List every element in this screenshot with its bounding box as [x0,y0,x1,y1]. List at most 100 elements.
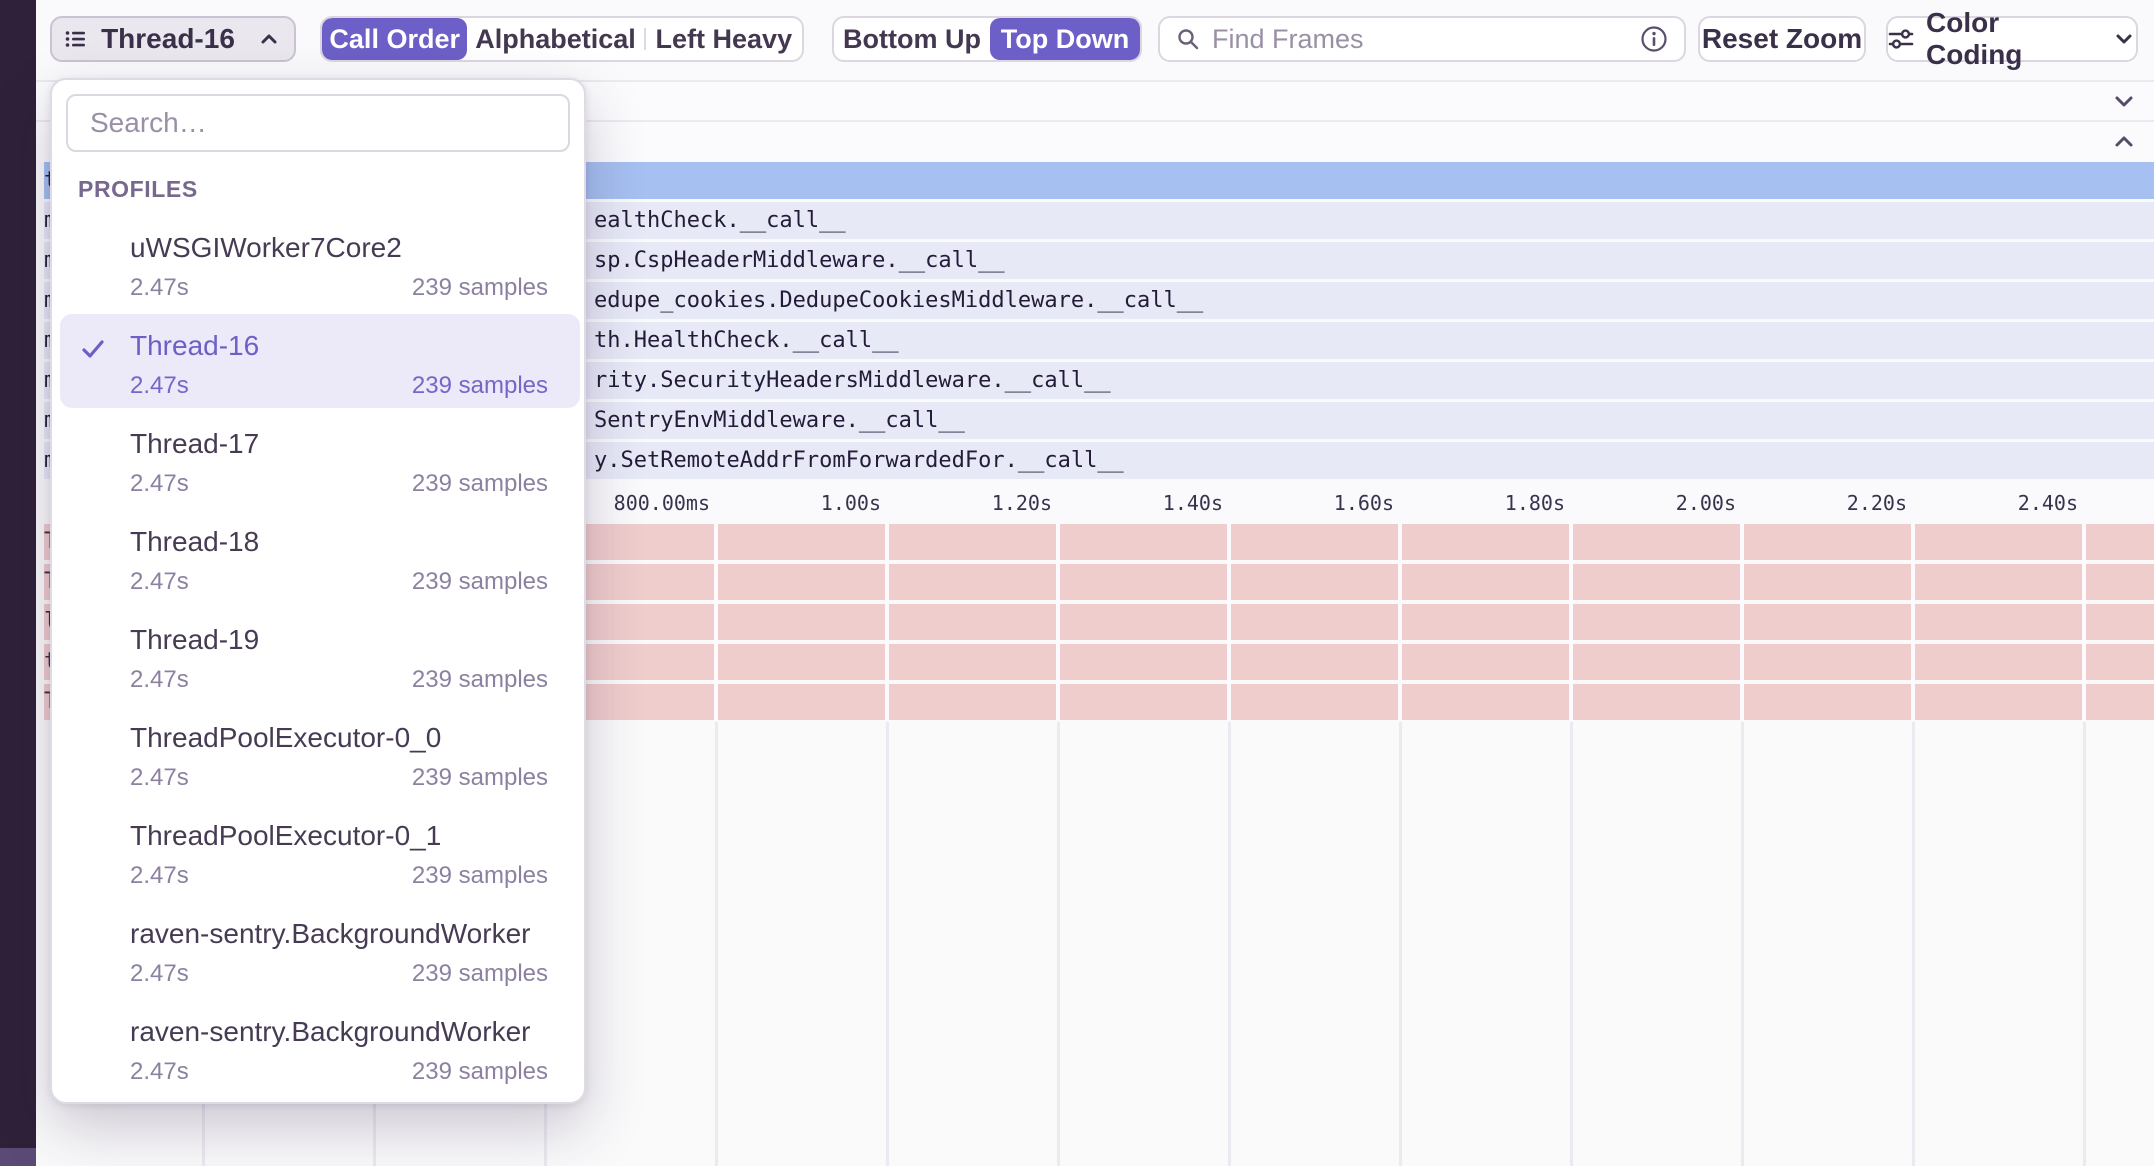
segment-top-down[interactable]: Top Down [990,18,1140,60]
profile-duration: 2.47s [130,372,189,400]
gridline [885,524,889,720]
gridline [1570,722,1573,1166]
profile-meta: 2.47s 239 samples [130,960,548,988]
thread-option-thread-17-2[interactable]: Thread-172.47s239 samples [52,412,588,506]
profile-name: uWSGIWorker7Core2 [130,232,402,264]
gridline [1228,722,1231,1166]
axis-tick-label: 2.00s [1676,482,1736,524]
thread-option-thread-19-4[interactable]: Thread-19 2.47s 239 samples [52,608,588,702]
segment-call-order[interactable]: Call Order [322,18,467,60]
color-coding-label: Color Coding [1926,7,2100,71]
thread-dropdown-panel: PROFILES uWSGIWorker7Core2 2.47s 239 sampl… [50,78,586,1104]
profile-name: Thread-19 [130,624,259,656]
profile-samples: 239 samples [412,960,548,988]
thread-search-input[interactable] [90,107,546,139]
gridline [1740,524,1744,720]
profile-meta: 2.47s 239 samples [130,1058,548,1086]
thread-selector-button[interactable]: Thread-16 [50,16,296,62]
axis-tick-label: 1.80s [1505,482,1565,524]
gridline [1911,524,1915,720]
gridline [1227,524,1231,720]
profile-samples: 239 samples [412,1058,548,1086]
toolbar: Thread-16 Call OrderAlphabeticalLeft Hea… [36,0,2154,82]
frame-label: th.HealthCheck.__call__ [594,322,899,359]
axis-tick-label: 1.60s [1334,482,1394,524]
frame-label: sp.CspHeaderMiddleware.__call__ [594,242,1005,279]
find-frames-searchbox[interactable] [1158,16,1686,62]
profile-duration: 2.47s [130,274,189,302]
axis-tick-label: 2.20s [1847,482,1907,524]
gridline [2083,722,2086,1166]
profile-duration: 2.47s [130,1058,189,1086]
chevron-down-icon [2112,27,2136,51]
thread-search-box[interactable] [66,94,570,152]
thread-option-threadpoolexecutor-0-0-5[interactable]: ThreadPoolExecutor-0_0 2.47s 239 samples [52,706,588,800]
gridline [1057,722,1060,1166]
find-frames-input[interactable] [1212,24,1628,55]
profile-name: Thread-16 [130,330,259,362]
checkmark-icon [80,336,106,362]
gridline [715,722,718,1166]
profiles-group-label: PROFILES [78,176,198,203]
gridline [1056,524,1060,720]
profile-meta: 2.47s 239 samples [130,666,548,694]
chevron-up-icon [257,27,281,51]
profile-duration: 2.47s [130,960,189,988]
rail-resize-handle[interactable] [0,1148,36,1166]
segment-alphabetical[interactable]: Alphabetical [467,18,643,60]
profile-name: ThreadPoolExecutor-0_0 [130,722,441,754]
gridline [1399,722,1402,1166]
segment-bottom-up[interactable]: Bottom Up [834,18,990,60]
thread-option-uwsgiworker7core2-0[interactable]: uWSGIWorker7Core2 2.47s 239 samples [52,216,588,310]
thread-option-threadpoolexecutor-0-1-6[interactable]: ThreadPoolExecutor-0_1 2.47s239 samples [52,804,588,898]
profile-samples: 239 samples [412,372,548,400]
profiler-flamegraph-view: tmealthCheck.__call__msp.CspHeaderMiddle… [0,0,2154,1166]
profile-samples: 239 samples [412,568,548,596]
profile-name: raven-sentry.BackgroundWorker [130,918,530,950]
chevron-down-icon[interactable] [2112,89,2136,113]
profile-meta: 2.47s239 samples [130,862,548,890]
sort-segmented-control: Call OrderAlphabeticalLeft Heavy [320,16,804,62]
profile-duration: 2.47s [130,470,189,498]
profile-meta: 2.47s239 samples [130,568,548,596]
profile-samples: 239 samples [412,764,548,792]
profile-duration: 2.47s [130,764,189,792]
frame-label: rity.SecurityHeadersMiddleware.__call__ [594,362,1111,399]
thread-list-icon [65,28,87,50]
left-rail [0,0,36,1166]
gridline [886,722,889,1166]
thread-option-thread-18-3[interactable]: Thread-182.47s239 samples [52,510,588,604]
frame-label: ealthCheck.__call__ [594,202,846,239]
thread-option-thread-16-1[interactable]: Thread-16 2.47s 239 samples [52,314,588,408]
profile-samples: 239 samples [412,666,548,694]
axis-tick-label: 1.20s [992,482,1052,524]
gridline [1398,524,1402,720]
search-icon [1176,27,1200,51]
profile-duration: 2.47s [130,666,189,694]
thread-option-raven-sentry-backgroundworker-7[interactable]: raven-sentry.BackgroundWorker 2.47s 239 sa… [52,902,588,996]
gridline [1741,722,1744,1166]
axis-tick-label: 2.40s [2018,482,2078,524]
frame-label: y.SetRemoteAddrFromForwardedFor.__call__ [594,442,1124,479]
sliders-icon [1888,26,1914,52]
thread-selector-label: Thread-16 [101,23,235,55]
gridline [1569,524,1573,720]
gridline [714,524,718,720]
profile-meta: 2.47s 239 samples [130,372,548,400]
info-icon[interactable] [1640,25,1668,53]
axis-tick-label: 800.00ms [614,482,710,524]
chevron-up-icon[interactable] [2112,130,2136,154]
profile-name: raven-sentry.BackgroundWorker [130,1016,530,1048]
axis-tick-label: 1.00s [821,482,881,524]
profile-name: ThreadPoolExecutor-0_1 [130,820,441,852]
profile-samples: 239 samples [412,274,548,302]
segment-left-heavy[interactable]: Left Heavy [646,18,802,60]
profile-meta: 2.47s 239 samples [130,274,548,302]
frame-label: edupe_cookies.DedupeCookiesMiddleware.__… [594,282,1203,319]
profile-name: Thread-17 [130,428,259,460]
frame-label: SentryEnvMiddleware.__call__ [594,402,965,439]
color-coding-button[interactable]: Color Coding [1886,16,2138,62]
reset-zoom-button[interactable]: Reset Zoom [1698,16,1866,62]
thread-option-raven-sentry-backgroundworker-8[interactable]: raven-sentry.BackgroundWorker 2.47s 239 sa… [52,1000,588,1094]
view-segmented-control: Bottom UpTop Down [832,16,1142,62]
